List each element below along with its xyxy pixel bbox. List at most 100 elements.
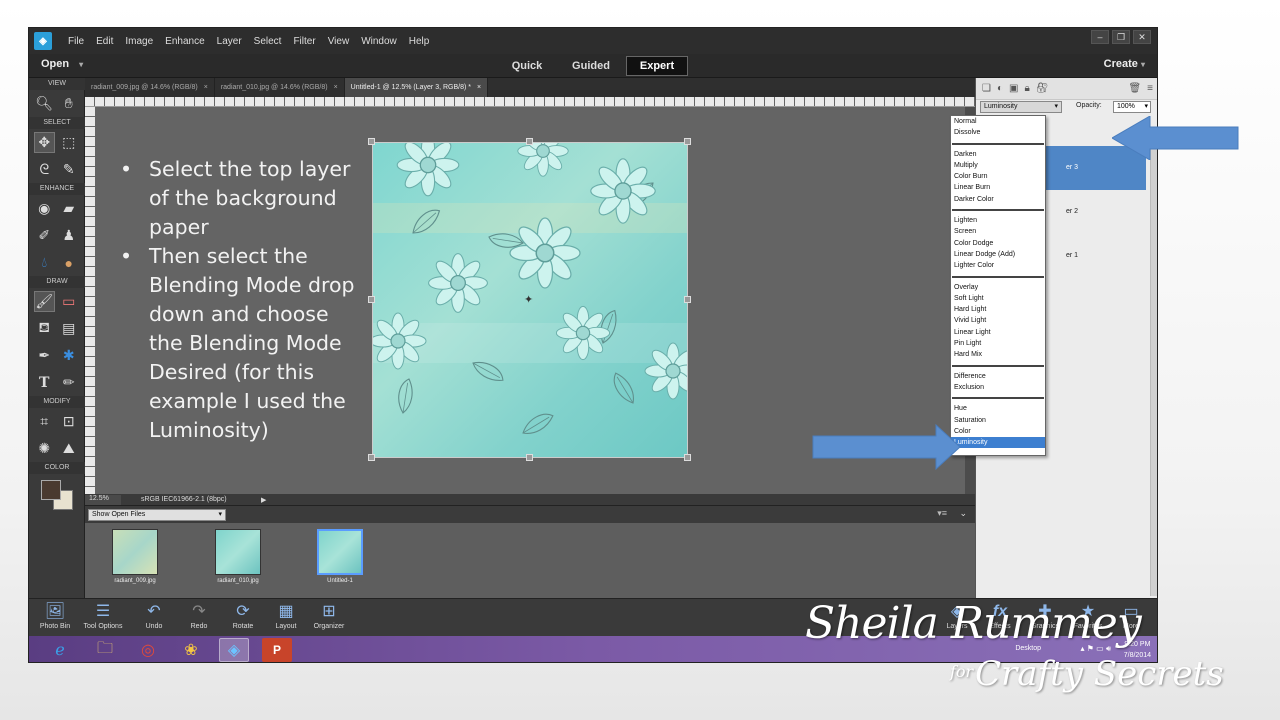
content-aware-move-tool-icon[interactable]: ✺ [34,438,55,459]
lock-all-icon[interactable]: 🔐︎ [1036,83,1049,94]
tab-expert[interactable]: Expert [626,56,688,76]
tab-guided[interactable]: Guided [561,56,621,76]
menu-view[interactable]: View [322,36,356,47]
show-open-files-dropdown[interactable]: Show Open Files ▾ [88,509,226,521]
blend-hard-light[interactable]: Hard Light [951,304,1045,315]
powerpoint-icon[interactable]: P [262,638,292,662]
eyedropper-tool-icon[interactable]: ✒ [34,345,55,366]
blend-lighten[interactable]: Lighten [951,215,1045,226]
blend-lighter-color[interactable]: Lighter Color [951,260,1045,271]
status-menu-arrow-icon[interactable]: ▶ [261,496,266,504]
blur-tool-icon[interactable]: 💧︎ [34,252,55,273]
new-layer-icon[interactable]: ❏ [982,83,991,94]
blend-dissolve[interactable]: Dissolve [951,127,1045,138]
layer-mask-icon[interactable]: ▣ [1009,83,1018,94]
lasso-tool-icon[interactable]: ᘓ [34,159,55,180]
zoom-tool-icon[interactable]: 🔍︎ [34,93,55,114]
undo-button[interactable]: ↶ Undo [130,601,178,630]
internet-explorer-icon[interactable]: ℯ [45,638,75,662]
blend-color[interactable]: Color [951,426,1045,437]
tool-options-button[interactable]: ☰ Tool Options [79,601,127,630]
custom-shape-tool-icon[interactable]: ✱ [59,345,80,366]
move-tool-icon[interactable]: ✥ [34,132,55,153]
eraser-tool-icon[interactable]: ▭ [59,291,79,312]
opacity-input[interactable]: 100% ▾ [1113,101,1151,113]
restore-button[interactable]: ❐ [1112,30,1130,44]
bin-item-radiant-009[interactable]: radiant_009.jpg [105,529,165,584]
blend-soft-light[interactable]: Soft Light [951,293,1045,304]
close-button[interactable]: ✕ [1133,30,1151,44]
transform-handle[interactable] [684,138,691,145]
blend-exclusion[interactable]: Exclusion [951,382,1045,393]
close-icon[interactable]: × [334,84,338,91]
blend-linear-burn[interactable]: Linear Burn [951,182,1045,193]
minimize-button[interactable]: – [1091,30,1109,44]
chrome-icon[interactable]: ◎ [133,638,163,662]
lock-icon[interactable]: 🔒︎ [1024,83,1029,94]
blend-overlay[interactable]: Overlay [951,282,1045,293]
menu-filter[interactable]: Filter [287,36,321,47]
quick-selection-tool-icon[interactable]: ✎ [59,159,80,180]
doc-tab-radiant-010[interactable]: radiant_010.jpg @ 14.6% (RGB/8) × [215,78,345,97]
file-explorer-icon[interactable]: 🗀︎ [90,638,120,662]
photoshop-elements-editor-icon[interactable]: ◈ [219,638,249,662]
bin-item-untitled-1[interactable]: Untitled-1 [310,529,370,584]
blend-hard-mix[interactable]: Hard Mix [951,349,1045,360]
layers-scrollbar[interactable] [1150,136,1157,596]
menu-select[interactable]: Select [248,36,288,47]
blend-saturation[interactable]: Saturation [951,415,1045,426]
menu-layer[interactable]: Layer [211,36,248,47]
doc-tab-radiant-009[interactable]: radiant_009.jpg @ 14.6% (RGB/8) × [85,78,215,97]
transform-handle[interactable] [684,296,691,303]
hand-tool-icon[interactable]: ✋︎ [59,93,80,114]
brush-tool-icon[interactable]: 🖌︎ [34,291,55,312]
marquee-tool-icon[interactable]: ⬚ [59,132,79,153]
adjustment-layer-icon[interactable]: ◐ [997,83,1003,94]
create-button[interactable]: Create ▾ [1104,58,1145,70]
recompose-tool-icon[interactable]: ⊡ [59,411,80,432]
blend-color-burn[interactable]: Color Burn [951,171,1045,182]
blend-linear-dodge[interactable]: Linear Dodge (Add) [951,249,1045,260]
rotate-button[interactable]: ⟳ Rotate [219,601,267,630]
panel-menu-icon[interactable]: ≡ [1147,83,1153,94]
menu-image[interactable]: Image [119,36,159,47]
blend-normal[interactable]: Normal [951,116,1045,127]
blend-vivid-light[interactable]: Vivid Light [951,315,1045,326]
transform-handle[interactable] [526,454,533,461]
close-icon[interactable]: × [204,84,208,91]
blend-screen[interactable]: Screen [951,226,1045,237]
blend-difference[interactable]: Difference [951,371,1045,382]
blend-darker-color[interactable]: Darker Color [951,194,1045,205]
menu-window[interactable]: Window [355,36,403,47]
menu-help[interactable]: Help [403,36,436,47]
photo-bin-button[interactable]: 🖼︎ Photo Bin [31,601,79,630]
type-tool-icon[interactable]: T [34,372,55,393]
clone-stamp-tool-icon[interactable]: ♟ [59,225,80,246]
doc-tab-untitled-1[interactable]: Untitled-1 @ 12.5% (Layer 3, RGB/8) * × [344,78,489,97]
foreground-color-swatch[interactable] [41,480,61,500]
redo-button[interactable]: ↷ Redo [175,601,223,630]
zoom-level[interactable]: 12.5% [85,494,121,505]
photoshop-elements-organizer-icon[interactable]: ❀ [176,638,206,662]
transform-handle[interactable] [684,454,691,461]
healing-brush-tool-icon[interactable]: ▰ [59,198,80,219]
menu-enhance[interactable]: Enhance [159,36,210,47]
menu-edit[interactable]: Edit [90,36,119,47]
gradient-tool-icon[interactable]: ▤ [59,318,80,339]
pencil-tool-icon[interactable]: ✏︎ [59,372,80,393]
layout-button[interactable]: ▦ Layout [262,601,310,630]
bin-menu-icon[interactable]: ▾≡ [937,508,947,519]
bin-item-radiant-010[interactable]: radiant_010.jpg [208,529,268,584]
tab-quick[interactable]: Quick [497,56,557,76]
crop-tool-icon[interactable]: ⌗ [34,411,55,432]
straighten-tool-icon[interactable]: ⛰ [59,438,80,459]
menu-file[interactable]: File [62,36,90,47]
blend-linear-light[interactable]: Linear Light [951,327,1045,338]
open-button[interactable]: Open ▾ [41,58,83,70]
blend-hue[interactable]: Hue [951,403,1045,414]
close-icon[interactable]: × [477,84,481,91]
trash-icon[interactable]: 🗑︎ [1128,83,1141,94]
blend-pin-light[interactable]: Pin Light [951,338,1045,349]
transform-handle[interactable] [368,454,375,461]
blend-darken[interactable]: Darken [951,149,1045,160]
